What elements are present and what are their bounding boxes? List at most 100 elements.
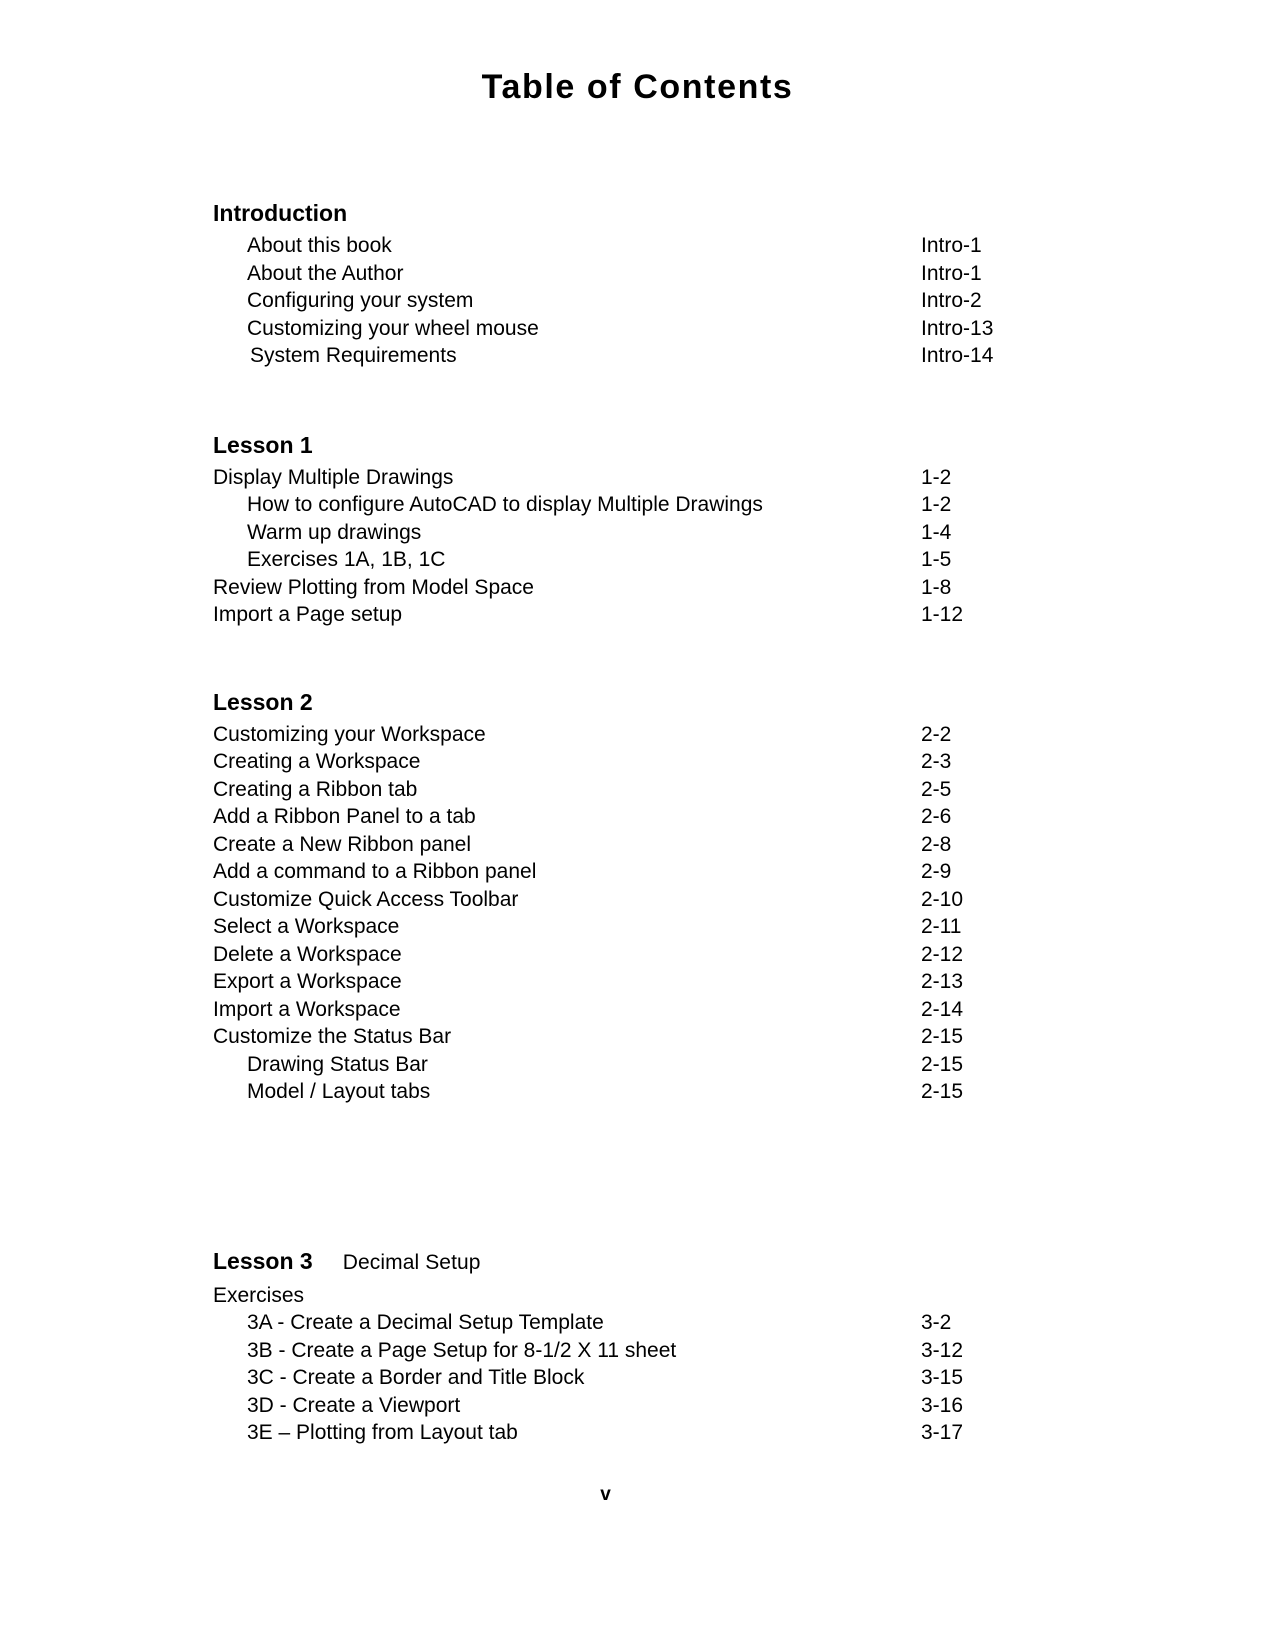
section-heading-label: Lesson 2 [213,688,313,715]
toc-entry-label: 3E – Plotting from Layout tab [247,1421,518,1444]
toc-entry[interactable]: System Requirements Intro-14 [213,342,1043,370]
toc-entry[interactable]: Exercises 1A, 1B, 1C 1-5 [213,546,1043,574]
page-footer: v [0,1484,1275,1506]
toc-entry-page: 2-11 [921,915,962,938]
toc-entry-label: 3D - Create a Viewport [247,1393,461,1417]
toc-entry-label: Creating a Ribbon tab [213,777,418,801]
toc-entry-page: 1-2 [921,493,952,516]
toc-page: Table of Contents Introduction About thi… [0,0,1275,1650]
toc-entry-label: Display Multiple Drawings [213,465,454,489]
toc-section-lesson-3: Lesson 3 Decimal Setup Exercises 3A - Cre… [213,1246,1043,1447]
toc-entry[interactable]: Review Plotting from Model Space 1-8 [213,574,1043,602]
toc-entry-label: Import a Workspace [213,997,401,1021]
toc-entry-label: Delete a Workspace [213,942,402,966]
toc-entry-page: 3-2 [921,1311,952,1334]
toc-entry-page: 2-9 [921,860,952,883]
toc-entry-label: Select a Workspace [213,915,400,938]
toc-entry-label: Customizing your wheel mouse [247,316,539,340]
toc-entry-label: Model / Layout tabs [247,1080,431,1103]
toc-entry-page: Intro-13 [921,316,994,340]
toc-entry-label: About this book [247,234,392,257]
toc-entry-label: Create a New Ribbon panel [213,832,471,856]
toc-entry-label: 3C - Create a Border and Title Block [247,1366,585,1389]
toc-entry-label: Exercises [213,1283,305,1307]
toc-entry-page: 2-15 [921,1052,964,1076]
toc-entry-page: 2-3 [921,750,952,773]
toc-entry[interactable]: Model / Layout tabs 2-15 [213,1078,1043,1106]
toc-entry[interactable]: Configuring your system Intro-2 [213,287,1043,315]
toc-entry-page: 2-12 [921,942,964,966]
toc-entry[interactable]: Customizing your wheel mouse Intro-13 [213,315,1043,343]
toc-entry-label: 3B - Create a Page Setup for 8-1/2 X 11 … [247,1338,677,1362]
toc-entry-page: 2-10 [921,887,964,911]
toc-entry-label: Customizing your Workspace [213,722,486,746]
toc-entry[interactable]: About this book Intro-1 [213,232,1043,260]
toc-entry-page: 2-6 [921,805,952,828]
toc-entry[interactable]: Warm up drawings 1-4 [213,519,1043,547]
page-number: v [600,1484,611,1505]
toc-entry[interactable]: 3A - Create a Decimal Setup Template 3-2 [213,1309,1043,1337]
toc-entry-page: 1-12 [921,603,964,626]
toc-entry-page: 2-15 [921,1080,964,1103]
toc-entry-label: Review Plotting from Model Space [213,575,534,599]
toc-entry[interactable]: Customize the Status Bar 2-15 [213,1023,1043,1051]
toc-entry-label: How to configure AutoCAD to display Mult… [247,493,763,516]
section-heading-lesson-1: Lesson 1 [213,430,1043,460]
toc-entry-label: Configuring your system [247,289,474,312]
toc-section-introduction: Introduction About this book Intro-1 Abo… [213,198,1043,370]
section-heading-lesson-3: Lesson 3 Decimal Setup [213,1246,1043,1278]
toc-entry-page: Intro-14 [921,344,994,367]
toc-entry[interactable]: Add a Ribbon Panel to a tab 2-6 [213,803,1043,831]
toc-entry-page: 2-13 [921,970,964,993]
toc-entry[interactable]: How to configure AutoCAD to display Mult… [213,491,1043,519]
toc-entry-label: System Requirements [250,344,457,367]
toc-entry-label: Drawing Status Bar [247,1052,428,1076]
toc-entry[interactable]: Import a Workspace 2-14 [213,996,1043,1024]
toc-entry-page: Intro-1 [921,234,982,257]
section-heading-subtitle: Decimal Setup [342,1250,481,1274]
toc-entry-page: 1-8 [921,575,952,599]
toc-entry-page: 2-14 [921,997,964,1021]
toc-entry[interactable]: 3C - Create a Border and Title Block 3-1… [213,1364,1043,1392]
toc-entry-page: 1-4 [921,520,952,544]
toc-section-lesson-2: Lesson 2 Customizing your Workspace 2-2 … [213,687,1043,1106]
toc-entry-label: Customize Quick Access Toolbar [213,887,519,911]
section-heading-introduction: Introduction [213,198,1043,228]
toc-entry[interactable]: Import a Page setup 1-12 [213,601,1043,629]
toc-entry-label: Add a Ribbon Panel to a tab [213,805,476,828]
toc-entry[interactable]: 3D - Create a Viewport 3-16 [213,1392,1043,1420]
section-heading-label: Introduction [213,200,348,226]
toc-entry-page: 3-15 [921,1366,964,1389]
toc-entry[interactable]: Customize Quick Access Toolbar 2-10 [213,886,1043,914]
section-heading-lesson-2: Lesson 2 [213,687,1043,717]
toc-entry-page: 1-2 [921,465,952,489]
section-heading-label: Lesson 1 [213,431,313,458]
toc-entry-page: 2-8 [921,832,952,856]
toc-body: Introduction About this book Intro-1 Abo… [213,198,1043,1447]
toc-entry[interactable]: 3E – Plotting from Layout tab 3-17 [213,1419,1043,1447]
toc-entry[interactable]: 3B - Create a Page Setup for 8-1/2 X 11 … [213,1337,1043,1365]
toc-entry-page: Intro-1 [921,261,982,285]
toc-entry[interactable]: About the Author Intro-1 [213,260,1043,288]
toc-entry-label: Add a command to a Ribbon panel [213,860,537,883]
toc-entry-page: 2-15 [921,1025,964,1048]
toc-entry[interactable]: Add a command to a Ribbon panel 2-9 [213,858,1043,886]
toc-entry[interactable]: Export a Workspace 2-13 [213,968,1043,996]
toc-entry[interactable]: Customizing your Workspace 2-2 [213,721,1043,749]
toc-entry[interactable]: Drawing Status Bar 2-15 [213,1051,1043,1079]
toc-entry[interactable]: Creating a Workspace 2-3 [213,748,1043,776]
toc-entry[interactable]: Display Multiple Drawings 1-2 [213,464,1043,492]
toc-entry[interactable]: Delete a Workspace 2-12 [213,941,1043,969]
toc-entry[interactable]: Creating a Ribbon tab 2-5 [213,776,1043,804]
toc-entry[interactable]: Select a Workspace 2-11 [213,913,1043,941]
toc-entry-page: 1-5 [921,548,952,571]
toc-entry-label: Creating a Workspace [213,750,421,773]
toc-entry-page: 3-12 [921,1338,964,1362]
toc-entry[interactable]: Create a New Ribbon panel 2-8 [213,831,1043,859]
toc-entry-page: 2-2 [921,722,952,746]
toc-entry[interactable]: Exercises [213,1282,1043,1310]
toc-entry-label: Import a Page setup [213,603,403,626]
toc-entry-label: Customize the Status Bar [213,1025,452,1048]
